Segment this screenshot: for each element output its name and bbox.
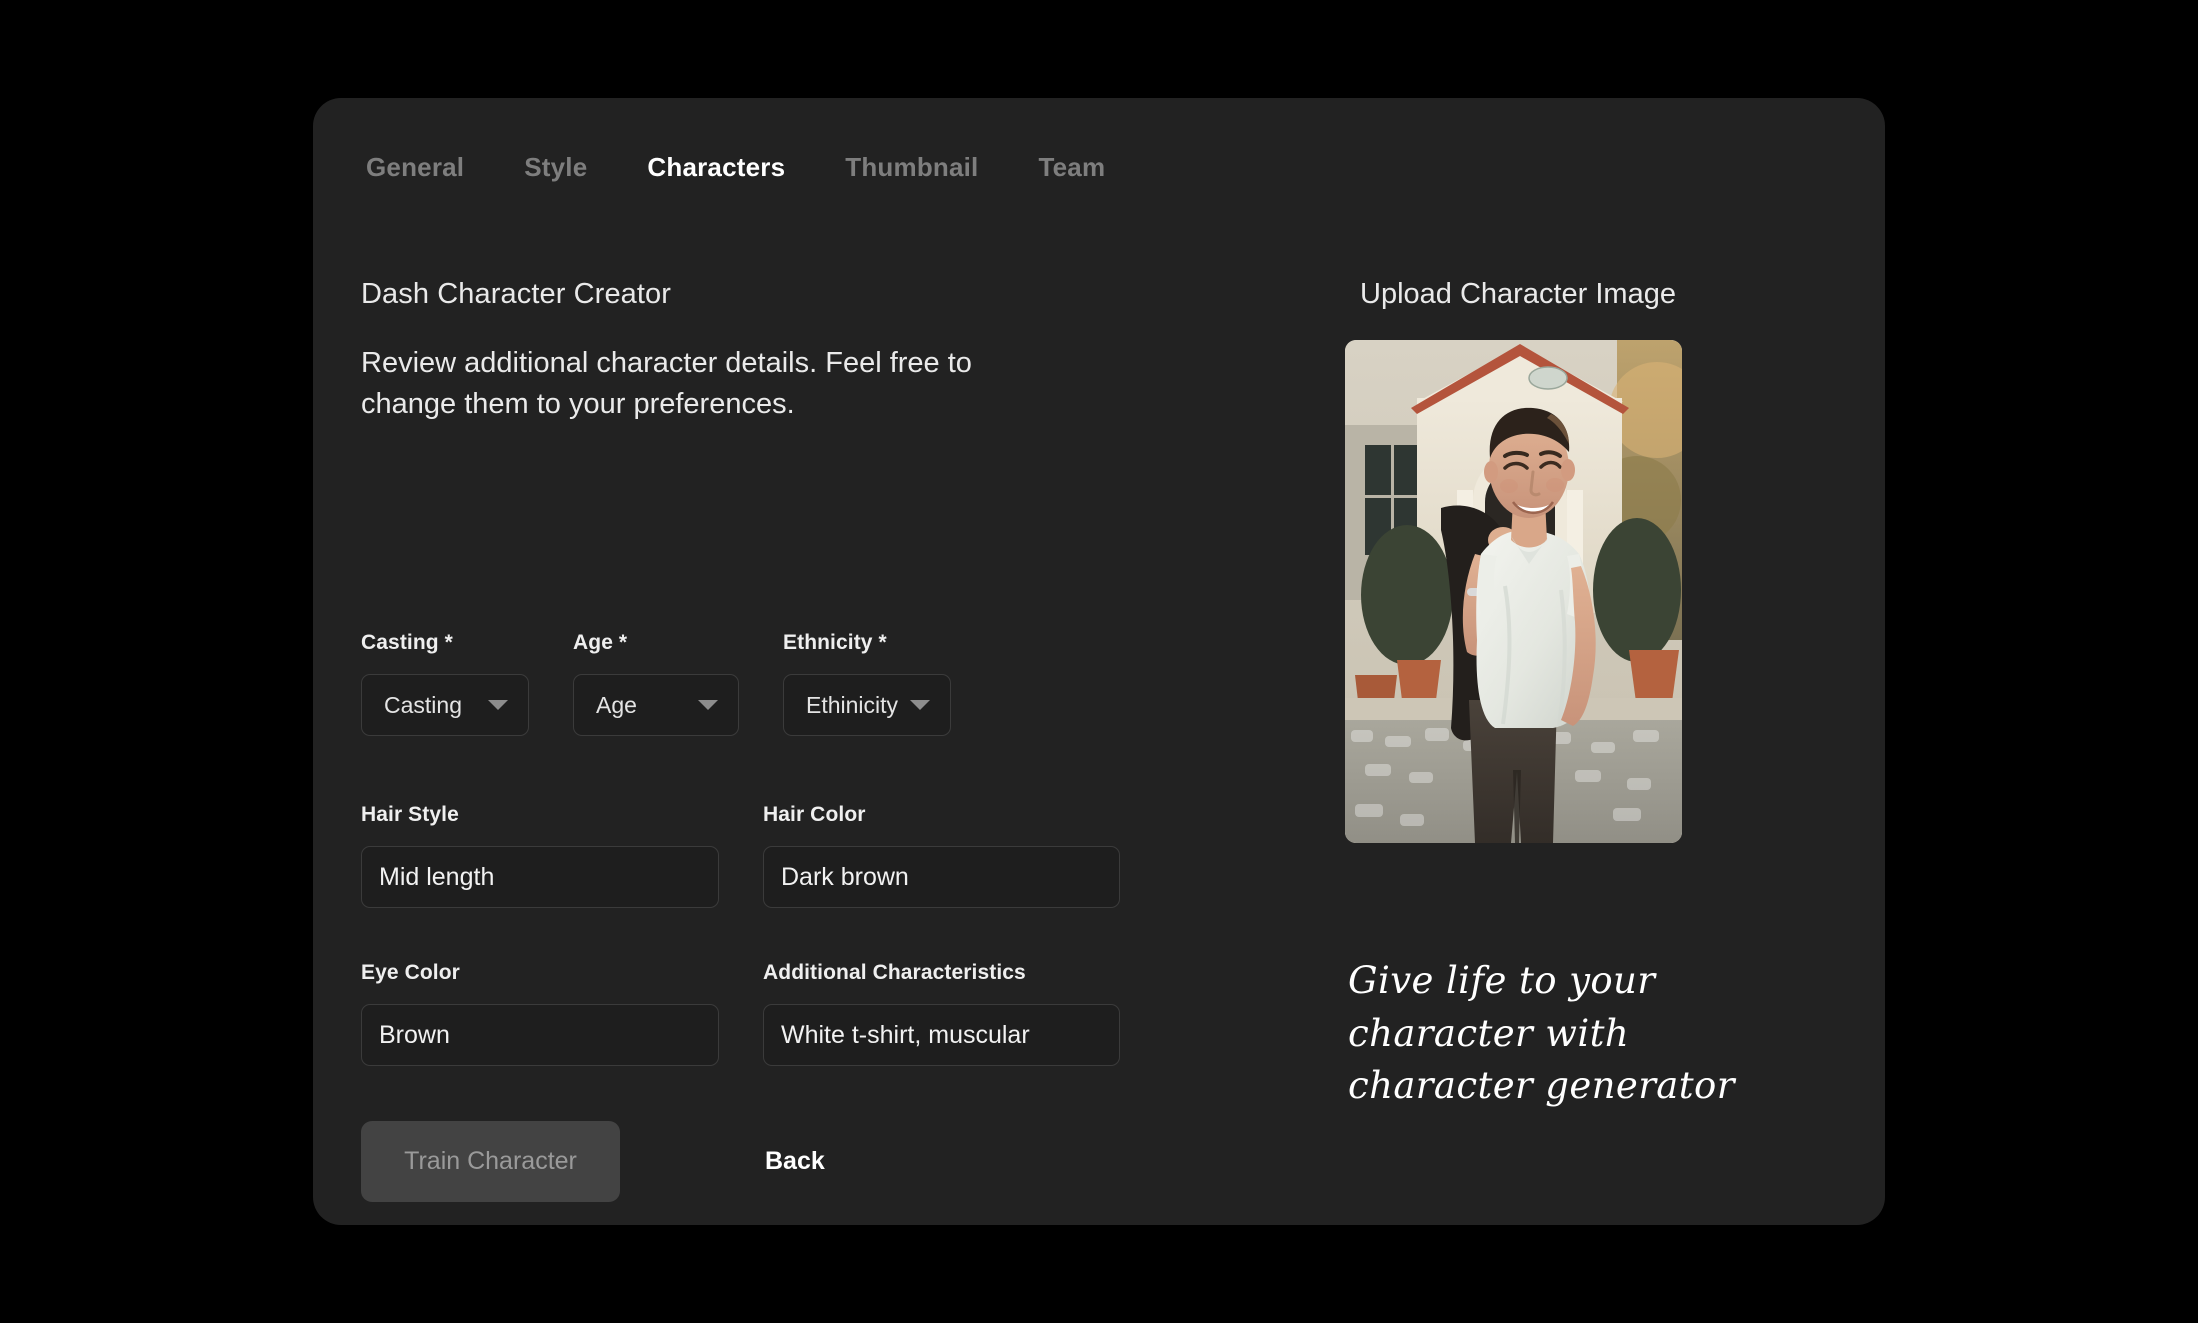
casting-select[interactable]: Casting: [361, 674, 529, 736]
field-ethnicity: Ethnicity * Ethinicity: [783, 631, 951, 736]
tab-bar: General Style Characters Thumbnail Team: [366, 146, 1135, 189]
input-row-hair: Hair Style Mid length Hair Color Dark br…: [361, 803, 1120, 908]
tab-team[interactable]: Team: [1009, 146, 1136, 189]
field-age: Age * Age: [573, 631, 739, 736]
tab-characters[interactable]: Characters: [617, 146, 815, 189]
casting-label: Casting *: [361, 631, 453, 654]
casting-select-value: Casting: [384, 691, 462, 718]
eye-color-input[interactable]: Brown: [361, 1004, 719, 1066]
train-character-button[interactable]: Train Character: [361, 1121, 620, 1202]
character-image[interactable]: [1345, 340, 1682, 843]
hair-color-input[interactable]: Dark brown: [763, 846, 1120, 908]
caption-line-1: Give life to your: [1348, 959, 1656, 1002]
upload-panel: Upload Character Image: [1243, 278, 1843, 311]
caption-line-3: character generator: [1348, 1064, 1735, 1108]
eye-color-value: Brown: [379, 1020, 450, 1049]
ethnicity-label: Ethnicity *: [783, 631, 887, 654]
additional-characteristics-label: Additional Characteristics: [763, 961, 1026, 984]
caption-line-2: character with: [1348, 1011, 1630, 1055]
caption-text: Give life to your character with charact…: [1348, 955, 1768, 1113]
chevron-down-icon: [910, 700, 930, 710]
age-label: Age *: [573, 631, 628, 654]
age-select[interactable]: Age: [573, 674, 739, 736]
hair-style-label: Hair Style: [361, 803, 459, 826]
hair-color-value: Dark brown: [781, 862, 909, 891]
field-hair-style: Hair Style Mid length: [361, 803, 719, 908]
field-eye-color: Eye Color Brown: [361, 961, 719, 1066]
hair-style-value: Mid length: [379, 862, 495, 891]
chevron-down-icon: [488, 700, 508, 710]
action-bar: Train Character Back: [361, 1121, 845, 1202]
back-button[interactable]: Back: [745, 1137, 845, 1186]
field-casting: Casting * Casting: [361, 631, 529, 736]
field-hair-color: Hair Color Dark brown: [763, 803, 1120, 908]
tab-style[interactable]: Style: [494, 146, 617, 189]
ethnicity-select-value: Ethinicity: [806, 691, 899, 718]
ethnicity-select[interactable]: Ethinicity: [783, 674, 951, 736]
chevron-down-icon: [698, 700, 718, 710]
eye-color-label: Eye Color: [361, 961, 460, 984]
age-select-value: Age: [596, 691, 637, 718]
page-description: Review additional character details. Fee…: [361, 347, 972, 421]
upload-character-image-title: Upload Character Image: [1360, 278, 1676, 310]
tab-thumbnail[interactable]: Thumbnail: [815, 146, 1008, 189]
page-title: Dash Character Creator: [361, 278, 672, 310]
character-photo-graphic: [1345, 340, 1682, 843]
select-row: Casting * Casting Age * Age Ethnicity * …: [361, 631, 951, 736]
creator-intro: Dash Character Creator Review additional…: [361, 278, 1161, 426]
hair-style-input[interactable]: Mid length: [361, 846, 719, 908]
input-row-eye: Eye Color Brown Additional Characteristi…: [361, 961, 1120, 1066]
field-additional-characteristics: Additional Characteristics White t-shirt…: [763, 961, 1120, 1066]
hair-color-label: Hair Color: [763, 803, 866, 826]
additional-characteristics-input[interactable]: White t-shirt, muscular: [763, 1004, 1120, 1066]
additional-characteristics-value: White t-shirt, muscular: [781, 1020, 1030, 1049]
tab-general[interactable]: General: [366, 146, 494, 189]
